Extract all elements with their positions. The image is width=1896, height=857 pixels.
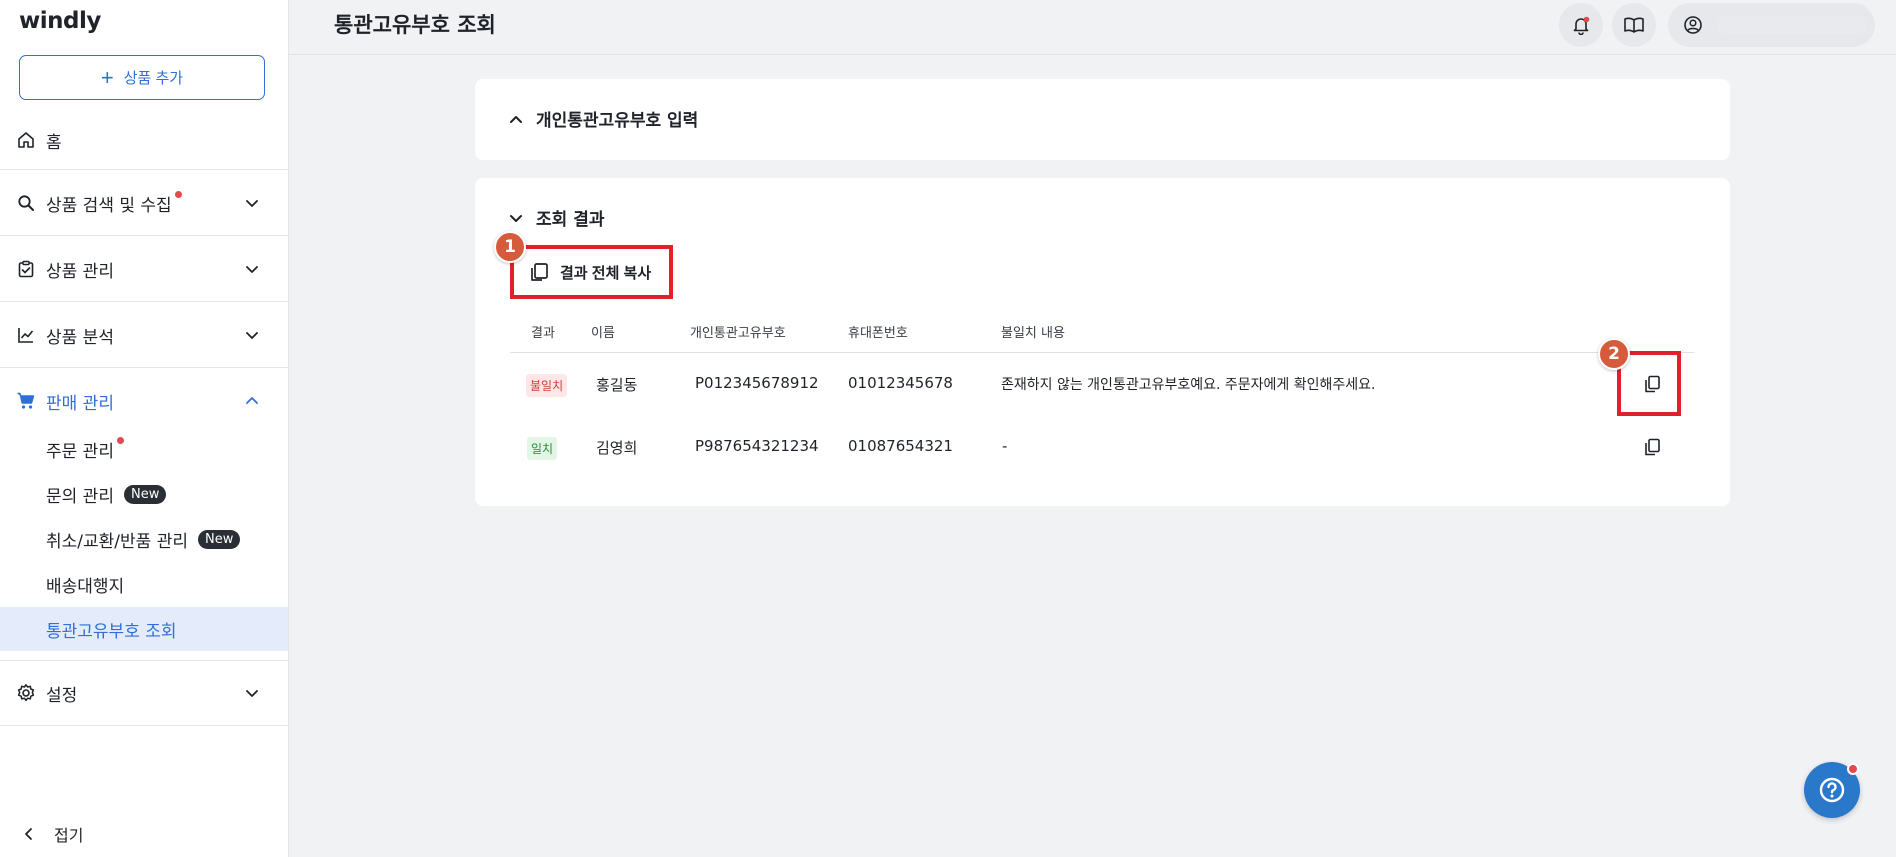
top-header: 통관고유부호 조회 — [289, 0, 1896, 55]
cell-mismatch-detail: - — [1002, 437, 1008, 455]
cell-customs-code: P012345678912 — [695, 374, 819, 392]
cell-name: 홍길동 — [596, 376, 638, 394]
cart-icon — [16, 391, 36, 411]
results-card: 조회 결과 — [475, 178, 1730, 506]
chevron-down-icon — [246, 200, 258, 207]
input-section-toggle[interactable]: 개인통관고유부호 입력 — [508, 106, 698, 131]
divider — [0, 301, 288, 302]
search-icon — [16, 193, 36, 213]
add-product-button[interactable]: + 상품 추가 — [19, 55, 265, 100]
status-badge-mismatch: 불일치 — [526, 374, 568, 397]
column-header-customs-code: 개인통관고유부호 — [690, 326, 786, 341]
user-name-redacted — [1717, 16, 1867, 34]
status-badge-match: 일치 — [527, 437, 558, 460]
new-badge: New — [123, 484, 167, 504]
chevron-down-icon — [246, 332, 258, 339]
line-chart-icon — [16, 325, 36, 345]
sidebar-item-label: 판매 관리 — [46, 393, 114, 414]
input-section-title: 개인통관고유부호 입력 — [536, 111, 699, 131]
step-marker-1: 1 — [494, 231, 526, 263]
sidebar-subitem-returns[interactable]: 취소/교환/반품 관리 New — [0, 517, 288, 561]
user-menu[interactable] — [1668, 3, 1875, 47]
cell-customs-code: P987654321234 — [695, 437, 819, 455]
sidebar-item-product-analysis[interactable]: 상품 분석 — [0, 313, 288, 357]
divider — [0, 235, 288, 236]
cell-mismatch-detail: 존재하지 않는 개인통관고유부호예요. 주문자에게 확인해주세요. — [1001, 377, 1376, 393]
sidebar-subitem-inquiries[interactable]: 문의 관리 New — [0, 472, 288, 516]
copy-all-results-button[interactable]: 결과 전체 복사 — [510, 245, 673, 299]
copy-icon — [1645, 438, 1660, 456]
chevron-up-icon — [510, 115, 522, 123]
guide-button[interactable] — [1612, 3, 1656, 47]
user-circle-icon — [1684, 16, 1702, 34]
cell-phone: 01087654321 — [848, 437, 953, 455]
gear-icon — [16, 683, 36, 703]
chevron-left-icon — [25, 828, 32, 840]
divider — [0, 367, 288, 368]
copy-all-label: 결과 전체 복사 — [560, 264, 652, 282]
notification-dot — [116, 436, 124, 444]
sidebar-subitem-label: 문의 관리 — [46, 486, 114, 507]
sidebar-item-product-search[interactable]: 상품 검색 및 수집 — [0, 181, 288, 225]
sidebar-item-label: 상품 검색 및 수집 — [46, 195, 172, 216]
collapse-label: 접기 — [54, 826, 84, 845]
cell-name: 김영희 — [596, 439, 638, 457]
sidebar-item-label: 상품 분석 — [46, 327, 114, 348]
sidebar-item-settings[interactable]: 설정 — [0, 671, 288, 715]
sidebar-subitem-label: 통관고유부호 조회 — [46, 621, 177, 642]
sidebar-item-product-management[interactable]: 상품 관리 — [0, 247, 288, 291]
step-marker-2: 2 — [1598, 338, 1630, 370]
input-section-card: 개인통관고유부호 입력 — [475, 79, 1730, 160]
home-icon — [16, 130, 36, 150]
chevron-down-icon — [246, 690, 258, 697]
notifications-button[interactable] — [1559, 3, 1603, 47]
copy-row-button[interactable] — [1639, 434, 1665, 460]
copy-icon — [531, 263, 548, 281]
column-header-result: 결과 — [531, 326, 555, 341]
results-section-toggle[interactable]: 조회 결과 — [508, 205, 604, 230]
divider — [0, 660, 288, 661]
divider — [0, 725, 288, 726]
notification-dot — [1847, 763, 1859, 775]
sidebar: windly + 상품 추가 홈 상품 검색 및 수집 상품 관리 상품 분석 — [0, 0, 289, 857]
plus-icon: + — [100, 64, 114, 90]
chevron-down-icon — [510, 214, 522, 222]
sidebar-item-label: 상품 관리 — [46, 261, 114, 282]
collapse-sidebar-button[interactable]: 접기 — [22, 822, 83, 846]
new-badge: New — [197, 529, 241, 549]
sidebar-item-home[interactable]: 홈 — [0, 118, 288, 162]
column-header-mismatch-detail: 불일치 내용 — [1001, 326, 1065, 341]
clipboard-check-icon — [16, 259, 36, 279]
sidebar-item-sales-management[interactable]: 판매 관리 — [0, 379, 288, 423]
sidebar-subitem-label: 배송대행지 — [46, 576, 125, 597]
add-product-label: 상품 추가 — [123, 70, 184, 87]
table-header-divider — [510, 352, 1694, 353]
book-open-icon — [1624, 17, 1644, 33]
windly-logo[interactable]: windly — [19, 8, 101, 34]
column-header-name: 이름 — [591, 326, 615, 341]
help-question-icon — [1819, 777, 1845, 803]
sidebar-subitem-forwarding[interactable]: 배송대행지 — [0, 562, 288, 606]
chevron-down-icon — [246, 266, 258, 273]
sidebar-subitem-label: 주문 관리 — [46, 441, 114, 462]
help-button[interactable] — [1804, 762, 1860, 818]
page-title: 통관고유부호 조회 — [334, 13, 496, 37]
sidebar-subitem-label: 취소/교환/반품 관리 — [46, 531, 188, 552]
sidebar-subitem-customs-code[interactable]: 통관고유부호 조회 — [0, 607, 288, 651]
notification-dot — [174, 190, 182, 198]
bell-icon — [1573, 16, 1590, 35]
chevron-up-icon — [246, 397, 258, 404]
sidebar-item-label: 홈 — [46, 132, 62, 153]
divider — [0, 169, 288, 170]
cell-phone: 01012345678 — [848, 374, 953, 392]
sidebar-subitem-orders[interactable]: 주문 관리 — [0, 427, 288, 471]
sidebar-item-label: 설정 — [46, 685, 78, 706]
results-section-title: 조회 결과 — [536, 210, 605, 230]
column-header-phone: 휴대폰번호 — [848, 326, 908, 341]
